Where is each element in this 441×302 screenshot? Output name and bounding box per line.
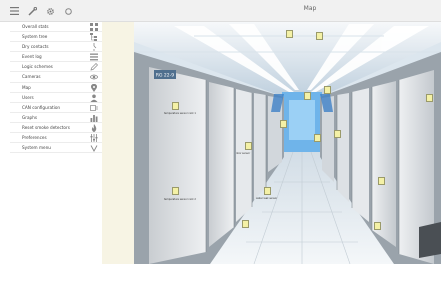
sensor-marker-label: temperature sensor rack 1 (164, 112, 196, 115)
sidebar-item-system-menu[interactable]: System menu (10, 143, 102, 154)
sidebar-item-label: Users (22, 94, 34, 100)
sensor-marker[interactable] (378, 177, 385, 185)
sidebar-item-users[interactable]: Users (10, 93, 102, 103)
sidebar-item-label: CAN configuration (22, 104, 61, 110)
window-title: Map (303, 5, 317, 12)
sidebar-item-label: Cameras (22, 74, 41, 80)
sidebar-item-dry-contacts[interactable]: Dry contacts (10, 42, 102, 53)
tree-icon (90, 33, 98, 42)
sidebar-item-system-tree[interactable]: System tree (10, 32, 102, 43)
grid-icon (90, 23, 98, 31)
sensor-marker[interactable] (172, 102, 179, 110)
circle-icon[interactable] (62, 5, 74, 17)
rack-sign: RG 22-9 (156, 73, 174, 79)
sensor-marker[interactable] (316, 32, 323, 40)
sensor-marker[interactable] (314, 134, 321, 142)
list-icon (90, 53, 98, 61)
sidebar-item-event-log[interactable]: Event log (10, 52, 102, 63)
sidebar-item-overall-stats[interactable]: Overall stats (10, 22, 102, 33)
bar-chart-icon (90, 114, 98, 122)
flame-icon (90, 123, 98, 132)
eye-icon (90, 73, 98, 81)
chevron-down-icon (90, 144, 98, 153)
sidebar-item-logic-schemes[interactable]: Logic schemes (10, 62, 102, 73)
sensor-marker[interactable] (426, 94, 433, 102)
gear-icon[interactable] (44, 5, 56, 17)
sidebar-item-label: Event log (22, 54, 42, 60)
sensor-marker[interactable] (324, 86, 331, 94)
sidebar-item-reset-smoke-detectors[interactable]: Reset smoke detectors (10, 123, 102, 134)
sidebar-item-label: Logic schemes (22, 64, 53, 70)
sidebar: Overall stats System tree Dry contacts E… (10, 22, 102, 204)
window-toolbar: Map (0, 0, 441, 22)
sensor-marker-label: temperature sensor rack 2 (164, 198, 196, 201)
sidebar-item-cameras[interactable]: Cameras (10, 72, 102, 83)
sidebar-item-label: System menu (22, 145, 51, 151)
sensor-marker[interactable] (245, 142, 252, 150)
pencil-icon (90, 63, 98, 71)
contact-icon (90, 43, 98, 52)
sidebar-item-label: Graphs (22, 114, 38, 120)
sidebar-item-graphs[interactable]: Graphs (10, 113, 102, 123)
sidebar-item-can-configuration[interactable]: CAN configuration (10, 103, 102, 113)
sensor-marker-label: water leak sensor (256, 197, 278, 200)
sensor-marker-label: door sensor (236, 152, 251, 155)
map-side-panel (102, 22, 134, 264)
menu-icon[interactable] (8, 5, 20, 17)
sidebar-item-preferences[interactable]: Preferences (10, 133, 102, 144)
map-pin-icon (90, 83, 98, 92)
sidebar-item-label: Reset smoke detectors (22, 124, 70, 130)
sensor-marker[interactable] (264, 187, 271, 195)
sliders-icon (90, 134, 98, 143)
sidebar-item-label: Preferences (22, 135, 47, 141)
sidebar-item-label: Map (22, 84, 31, 90)
sensor-marker[interactable] (172, 187, 179, 195)
toolbar-icons (8, 5, 74, 17)
sensor-marker[interactable] (334, 130, 341, 138)
sensor-marker[interactable] (280, 120, 287, 128)
tools-icon[interactable] (26, 5, 38, 17)
sidebar-item-label: Overall stats (22, 24, 49, 29)
map-canvas[interactable]: RG 22-9 temperature sensor rack 1 temper… (134, 22, 441, 264)
sensor-marker[interactable] (374, 222, 381, 230)
sensor-marker[interactable] (242, 220, 249, 228)
sensor-marker[interactable] (286, 30, 293, 38)
sensor-marker[interactable] (304, 92, 311, 100)
sidebar-item-label: System tree (22, 34, 48, 40)
sidebar-item-label: Dry contacts (22, 44, 49, 50)
sidebar-item-map[interactable]: Map (10, 83, 102, 93)
user-icon (90, 94, 98, 102)
server-room-image: RG 22-9 (134, 22, 441, 264)
plug-icon (90, 104, 98, 112)
